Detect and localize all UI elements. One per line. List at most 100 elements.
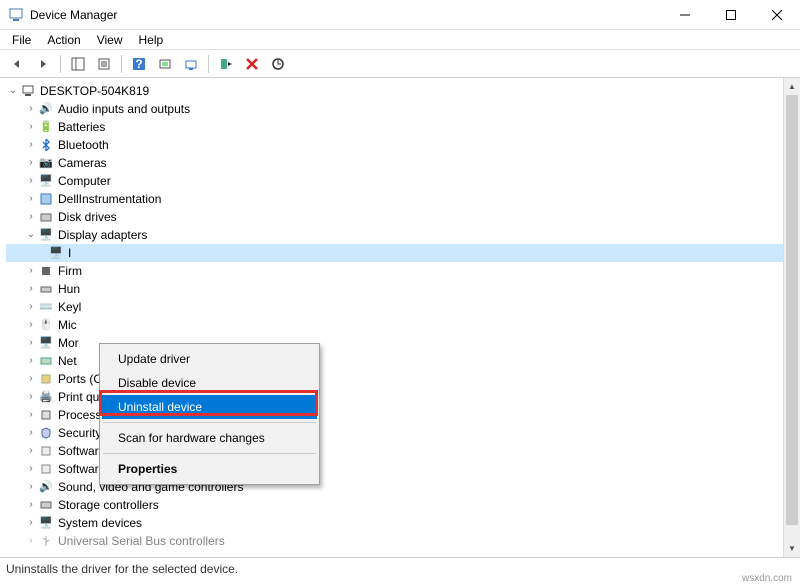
tree-item[interactable]: ›Firm	[6, 262, 800, 280]
tree-item[interactable]: ›📷Cameras	[6, 154, 800, 172]
chevron-right-icon[interactable]: ›	[24, 280, 38, 298]
tree-item[interactable]: › DellInstrumentation	[6, 190, 800, 208]
disk-icon	[38, 209, 54, 225]
chevron-right-icon[interactable]: ›	[24, 478, 38, 496]
menu-action[interactable]: Action	[39, 31, 88, 49]
tree-item[interactable]: ›🖱️Mic	[6, 316, 800, 334]
tree-item-label: Keyl	[58, 298, 81, 316]
usb-icon	[38, 533, 54, 549]
tree-item-label: Audio inputs and outputs	[58, 100, 190, 118]
chevron-right-icon[interactable]: ›	[24, 190, 38, 208]
computer-icon	[20, 83, 36, 99]
tree-item[interactable]: ›⌨️Keyl	[6, 298, 800, 316]
context-menu: Update driver Disable device Uninstall d…	[99, 343, 320, 485]
tree-item[interactable]: ›Bluetooth	[6, 136, 800, 154]
chevron-down-icon[interactable]: ⌄	[24, 226, 38, 244]
app-icon	[8, 7, 24, 23]
chevron-right-icon[interactable]: ›	[24, 136, 38, 154]
watermark: wsxdn.com	[742, 573, 792, 584]
chevron-right-icon[interactable]: ›	[24, 496, 38, 514]
forward-button[interactable]	[32, 53, 54, 75]
context-scan-hardware[interactable]: Scan for hardware changes	[102, 426, 317, 450]
tree-item[interactable]: ›🖥️System devices	[6, 514, 800, 532]
uninstall-button[interactable]	[241, 53, 263, 75]
properties-button[interactable]	[93, 53, 115, 75]
enable-button[interactable]	[215, 53, 237, 75]
scroll-down-button[interactable]: ▼	[784, 540, 800, 557]
menu-view[interactable]: View	[89, 31, 131, 49]
tree-item[interactable]: › Hun	[6, 280, 800, 298]
tree-root-label: DESKTOP-504K819	[40, 82, 149, 100]
status-text: Uninstalls the driver for the selected d…	[6, 562, 238, 576]
back-button[interactable]	[6, 53, 28, 75]
tree-item-label: I	[68, 244, 71, 262]
computer-icon: 🖥️	[38, 173, 54, 189]
chevron-right-icon[interactable]: ›	[24, 118, 38, 136]
scan-button[interactable]	[154, 53, 176, 75]
security-icon	[38, 425, 54, 441]
show-hide-button[interactable]	[67, 53, 89, 75]
printer-icon: 🖨️	[38, 389, 54, 405]
chevron-right-icon[interactable]: ›	[24, 370, 38, 388]
update-driver-button[interactable]	[180, 53, 202, 75]
tree-item[interactable]: ›Universal Serial Bus controllers	[6, 532, 800, 550]
tree-item-label: DellInstrumentation	[58, 190, 161, 208]
chevron-right-icon[interactable]: ›	[24, 262, 38, 280]
menu-file[interactable]: File	[4, 31, 39, 49]
hid-icon	[38, 281, 54, 297]
scroll-up-button[interactable]: ▲	[784, 78, 800, 95]
chevron-right-icon[interactable]: ›	[24, 406, 38, 424]
chevron-right-icon[interactable]: ›	[24, 460, 38, 478]
tree-item-label: System devices	[58, 514, 142, 532]
tree-item[interactable]: › Disk drives	[6, 208, 800, 226]
software-icon	[38, 443, 54, 459]
chevron-right-icon[interactable]: ›	[24, 352, 38, 370]
tree-item-label: Disk drives	[58, 208, 117, 226]
help-button[interactable]: ?	[128, 53, 150, 75]
scan-hardware-button[interactable]	[267, 53, 289, 75]
tree-item[interactable]: ›🔊Audio inputs and outputs	[6, 100, 800, 118]
chevron-right-icon[interactable]: ›	[24, 442, 38, 460]
tree-item[interactable]: ›🔋Batteries	[6, 118, 800, 136]
chevron-right-icon[interactable]: ›	[24, 208, 38, 226]
cpu-icon	[38, 407, 54, 423]
context-disable-device[interactable]: Disable device	[102, 371, 317, 395]
device-tree-panel: ⌄ DESKTOP-504K819 ›🔊Audio inputs and out…	[0, 78, 800, 558]
minimize-button[interactable]	[662, 0, 708, 30]
context-properties[interactable]: Properties	[102, 457, 317, 481]
chevron-right-icon[interactable]: ›	[24, 154, 38, 172]
tree-item-label: Hun	[58, 280, 80, 298]
chevron-right-icon[interactable]: ›	[24, 172, 38, 190]
menu-help[interactable]: Help	[131, 31, 172, 49]
context-update-driver[interactable]: Update driver	[102, 347, 317, 371]
chevron-right-icon[interactable]: ›	[24, 100, 38, 118]
chevron-right-icon[interactable]: ›	[24, 316, 38, 334]
tree-item[interactable]: ›🖥️Computer	[6, 172, 800, 190]
toolbar-separator	[121, 55, 122, 73]
chevron-right-icon[interactable]: ›	[24, 388, 38, 406]
device-icon	[38, 191, 54, 207]
tree-item-selected[interactable]: 🖥️I	[6, 244, 800, 262]
bluetooth-icon	[38, 137, 54, 153]
tree-item[interactable]: ›Storage controllers	[6, 496, 800, 514]
chevron-right-icon[interactable]: ›	[24, 298, 38, 316]
chevron-right-icon[interactable]: ›	[24, 424, 38, 442]
maximize-button[interactable]	[708, 0, 754, 30]
scroll-thumb[interactable]	[784, 95, 800, 525]
mouse-icon: 🖱️	[38, 317, 54, 333]
firmware-icon	[38, 263, 54, 279]
vertical-scrollbar[interactable]: ▲ ▼	[783, 78, 800, 557]
chevron-right-icon[interactable]: ›	[24, 532, 38, 550]
display-icon: 🖥️	[38, 227, 54, 243]
network-icon	[38, 353, 54, 369]
tree-root[interactable]: ⌄ DESKTOP-504K819	[6, 82, 800, 100]
context-uninstall-device[interactable]: Uninstall device	[102, 395, 317, 419]
chevron-down-icon[interactable]: ⌄	[6, 82, 20, 100]
close-button[interactable]	[754, 0, 800, 30]
chevron-right-icon[interactable]: ›	[24, 334, 38, 352]
chevron-right-icon[interactable]: ›	[24, 514, 38, 532]
tree-item-display-adapters[interactable]: ⌄🖥️Display adapters	[6, 226, 800, 244]
toolbar: ?	[0, 50, 800, 78]
tree-item-label: Mor	[58, 334, 79, 352]
tree-item-label: Batteries	[58, 118, 105, 136]
